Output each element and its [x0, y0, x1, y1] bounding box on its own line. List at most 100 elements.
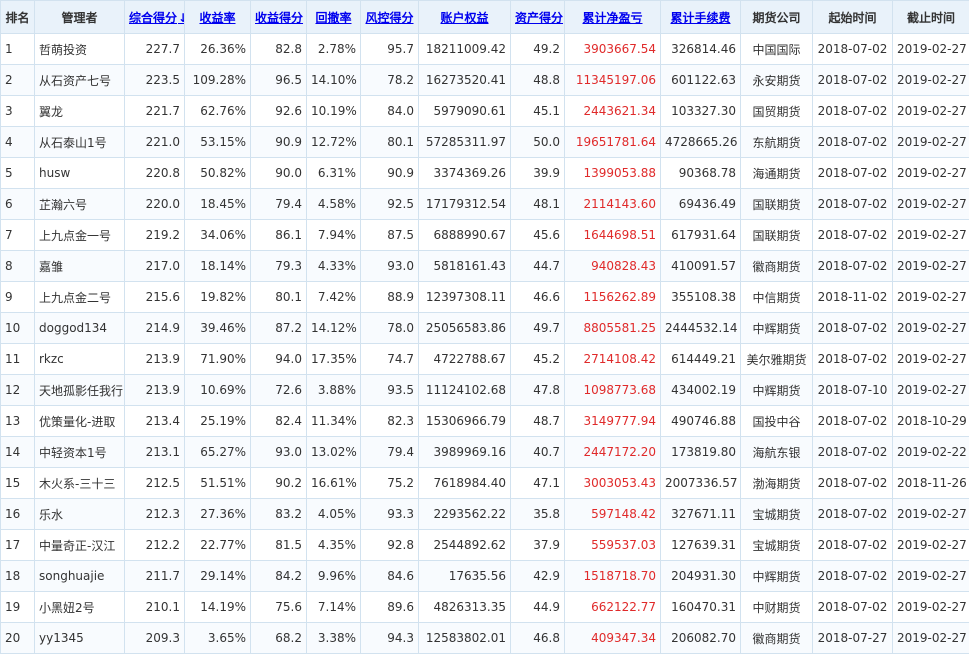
fees-cell: 410091.57 [660, 250, 741, 282]
header-equity-link[interactable]: 账户权益 [440, 11, 488, 25]
risk-score-cell: 89.6 [360, 591, 419, 623]
total-score-cell: 219.2 [124, 219, 185, 251]
rank-cell: 18 [0, 560, 35, 592]
net-pnl-cell: 662122.77 [564, 591, 661, 623]
manager-cell: 从石资产七号 [34, 64, 125, 96]
risk-score-cell: 87.5 [360, 219, 419, 251]
risk-score-cell: 78.2 [360, 64, 419, 96]
header-total-score[interactable]: 综合得分↓ [124, 0, 185, 34]
total-score-cell: 211.7 [124, 560, 185, 592]
end-date-cell: 2019-02-27 [892, 95, 969, 127]
risk-score-cell: 79.4 [360, 436, 419, 468]
total-score-cell: 223.5 [124, 64, 185, 96]
equity-cell: 57285311.97 [418, 126, 511, 158]
header-return-score-link[interactable]: 收益得分 [255, 11, 303, 25]
broker-cell: 国联期货 [740, 219, 813, 251]
header-drawdown-rate[interactable]: 回撤率 [306, 0, 361, 34]
risk-score-cell: 95.7 [360, 33, 419, 65]
table-row: 16 乐水 212.3 27.36% 83.2 4.05% 93.3 2293562.22 35… [0, 498, 969, 530]
broker-cell: 宝城期货 [740, 529, 813, 561]
risk-score-cell: 92.8 [360, 529, 419, 561]
header-drawdown-rate-link[interactable]: 回撤率 [315, 11, 351, 25]
drawdown-rate-cell: 14.12% [306, 312, 361, 344]
table-row: 13 优策量化-进取 213.4 25.19% 82.4 11.34% 82.3 153069… [0, 405, 969, 437]
return-score-cell: 72.6 [250, 374, 307, 406]
return-score-cell: 79.4 [250, 188, 307, 220]
return-score-cell: 82.4 [250, 405, 307, 437]
sort-desc-arrow-icon[interactable]: ↓ [178, 11, 183, 25]
header-row: 排名管理者综合得分↓ 收益率 收益得分回撤率风控得分 账户权益 资产得分 累计净盈亏 累计手… [0, 0, 969, 34]
return-rate-cell: 34.06% [184, 219, 251, 251]
broker-cell: 徽商期货 [740, 250, 813, 282]
broker-cell: 中辉期货 [740, 312, 813, 344]
header-broker: 期货公司 [740, 0, 813, 34]
return-score-cell: 80.1 [250, 281, 307, 313]
rank-cell: 8 [0, 250, 35, 282]
table-row: 15 木火系-三十三 212.5 51.51% 90.2 16.61% 75.2 761898… [0, 467, 969, 499]
header-return-rate-link[interactable]: 收益率 [199, 11, 235, 25]
drawdown-rate-cell: 17.35% [306, 343, 361, 375]
equity-cell: 12397308.11 [418, 281, 511, 313]
header-risk-score[interactable]: 风控得分 [360, 0, 419, 34]
fees-cell: 206082.70 [660, 622, 741, 654]
manager-cell: 中轻资本1号 [34, 436, 125, 468]
header-asset-score[interactable]: 资产得分 [510, 0, 565, 34]
equity-cell: 3989969.16 [418, 436, 511, 468]
header-fees[interactable]: 累计手续费 [660, 0, 741, 34]
manager-cell: 从石泰山1号 [34, 126, 125, 158]
end-date-cell: 2018-10-29 [892, 405, 969, 437]
risk-score-cell: 80.1 [360, 126, 419, 158]
rank-cell: 1 [0, 33, 35, 65]
total-score-cell: 212.3 [124, 498, 185, 530]
fees-cell: 355108.38 [660, 281, 741, 313]
start-date-cell: 2018-07-02 [812, 467, 893, 499]
manager-cell: 上九点金二号 [34, 281, 125, 313]
net-pnl-cell: 597148.42 [564, 498, 661, 530]
total-score-cell: 227.7 [124, 33, 185, 65]
header-net-pnl[interactable]: 累计净盈亏 [564, 0, 661, 34]
net-pnl-cell: 3903667.54 [564, 33, 661, 65]
net-pnl-cell: 2443621.34 [564, 95, 661, 127]
table-row: 11 rkzc 213.9 71.90% 94.0 17.35% 74.7 4722788.6… [0, 343, 969, 375]
table-row: 18 songhuajie 211.7 29.14% 84.2 9.96% 84.6 1763… [0, 560, 969, 592]
fees-cell: 326814.46 [660, 33, 741, 65]
table-row: 14 中轻资本1号 213.1 65.27% 93.0 13.02% 79.4 3989969… [0, 436, 969, 468]
header-equity[interactable]: 账户权益 [418, 0, 511, 34]
asset-score-cell: 47.8 [510, 374, 565, 406]
header-rank: 排名 [0, 0, 35, 34]
net-pnl-cell: 940828.43 [564, 250, 661, 282]
risk-score-cell: 94.3 [360, 622, 419, 654]
equity-cell: 11124102.68 [418, 374, 511, 406]
asset-score-cell: 37.9 [510, 529, 565, 561]
rank-cell: 7 [0, 219, 35, 251]
broker-cell: 国联期货 [740, 188, 813, 220]
end-date-cell: 2019-02-27 [892, 281, 969, 313]
table-row: 3 翼龙 221.7 62.76% 92.6 10.19% 84.0 5979090.61 45… [0, 95, 969, 127]
header-total-score-link[interactable]: 综合得分 [129, 11, 177, 25]
header-return-rate[interactable]: 收益率 [184, 0, 251, 34]
header-risk-score-link[interactable]: 风控得分 [365, 11, 413, 25]
fees-cell: 2007336.57 [660, 467, 741, 499]
fees-cell: 204931.30 [660, 560, 741, 592]
fees-cell: 90368.78 [660, 157, 741, 189]
broker-cell: 东航期货 [740, 126, 813, 158]
manager-cell: songhuajie [34, 560, 125, 592]
header-fees-link[interactable]: 累计手续费 [670, 11, 730, 25]
header-net-pnl-link[interactable]: 累计净盈亏 [582, 11, 642, 25]
manager-cell: rkzc [34, 343, 125, 375]
header-return-score[interactable]: 收益得分 [250, 0, 307, 34]
return-score-cell: 90.9 [250, 126, 307, 158]
fees-cell: 160470.31 [660, 591, 741, 623]
fees-cell: 614449.21 [660, 343, 741, 375]
total-score-cell: 209.3 [124, 622, 185, 654]
asset-score-cell: 44.9 [510, 591, 565, 623]
header-asset-score-link[interactable]: 资产得分 [515, 11, 563, 25]
start-date-cell: 2018-07-02 [812, 529, 893, 561]
start-date-cell: 2018-07-27 [812, 622, 893, 654]
rank-cell: 6 [0, 188, 35, 220]
manager-cell: 中量奇正-汉江 [34, 529, 125, 561]
start-date-cell: 2018-07-10 [812, 374, 893, 406]
fees-cell: 617931.64 [660, 219, 741, 251]
asset-score-cell: 48.7 [510, 405, 565, 437]
end-date-cell: 2019-02-27 [892, 250, 969, 282]
